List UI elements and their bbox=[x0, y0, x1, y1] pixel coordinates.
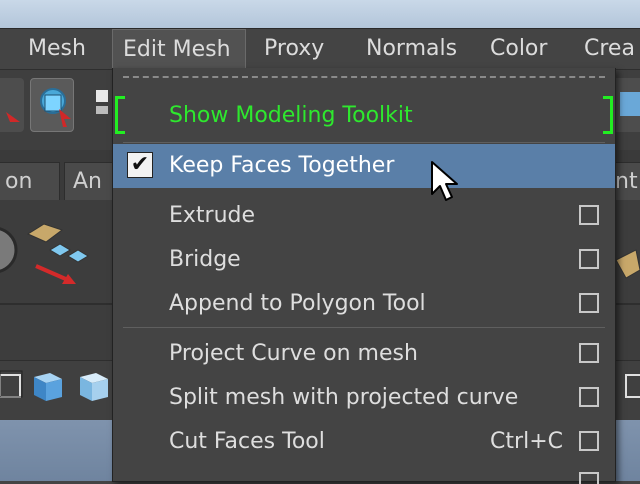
extrude-item[interactable]: Extrude bbox=[113, 194, 615, 238]
show-modeling-toolkit-item[interactable]: Show Modeling Toolkit bbox=[113, 94, 615, 138]
grid-small-icon bbox=[96, 106, 108, 114]
render-tool-icon[interactable] bbox=[612, 78, 640, 132]
checkbox-checked-icon[interactable]: ✔ bbox=[127, 152, 153, 178]
append-to-polygon-tool-item[interactable]: Append to Polygon Tool bbox=[113, 282, 615, 326]
extrude-options-icon[interactable] bbox=[579, 205, 599, 225]
menu-color[interactable]: Color bbox=[484, 29, 553, 69]
project-curve-options-icon[interactable] bbox=[579, 343, 599, 363]
cut-faces-shortcut: Ctrl+C bbox=[490, 429, 563, 454]
project-curve-on-mesh-label: Project Curve on mesh bbox=[169, 341, 418, 366]
mouse-pointer-icon bbox=[431, 161, 458, 201]
menu-create[interactable]: Crea bbox=[578, 29, 640, 69]
textured-cube-icon bbox=[80, 373, 108, 401]
split-mesh-label: Split mesh with projected curve bbox=[169, 385, 519, 410]
extrude-faces-icon bbox=[26, 223, 89, 284]
select-tool-icon[interactable] bbox=[0, 78, 24, 132]
partial-menu-item[interactable] bbox=[113, 464, 615, 484]
partial-item-options-icon[interactable] bbox=[579, 472, 599, 484]
menu-proxy[interactable]: Proxy bbox=[258, 29, 330, 69]
show-modeling-toolkit-label: Show Modeling Toolkit bbox=[169, 103, 413, 128]
tear-off-line[interactable] bbox=[123, 76, 605, 78]
keep-faces-together-item[interactable]: ✔ Keep Faces Together bbox=[113, 144, 615, 188]
extrude-label: Extrude bbox=[169, 203, 256, 228]
bridge-item[interactable]: Bridge bbox=[113, 238, 615, 282]
append-to-polygon-tool-label: Append to Polygon Tool bbox=[169, 291, 426, 316]
cut-faces-tool-item[interactable]: Cut Faces Tool Ctrl+C bbox=[113, 420, 615, 464]
keep-faces-together-label: Keep Faces Together bbox=[169, 153, 395, 178]
wireframe-cube-icon bbox=[0, 370, 23, 398]
menu-normals[interactable]: Normals bbox=[360, 29, 463, 69]
bridge-options-icon[interactable] bbox=[579, 249, 599, 269]
append-options-icon[interactable] bbox=[579, 293, 599, 313]
project-curve-on-mesh-item[interactable]: Project Curve on mesh bbox=[113, 332, 615, 376]
toolkit-bracket-right bbox=[603, 96, 613, 134]
grid-icon[interactable] bbox=[96, 90, 108, 102]
bridge-label: Bridge bbox=[169, 247, 241, 272]
shaded-cube-icon bbox=[34, 373, 62, 401]
menu-separator bbox=[123, 327, 605, 328]
cut-faces-tool-label: Cut Faces Tool bbox=[169, 429, 325, 454]
cut-faces-options-icon[interactable] bbox=[579, 431, 599, 451]
menu-bar: Mesh Edit Mesh Proxy Normals Color Crea bbox=[0, 29, 640, 70]
menu-mesh[interactable]: Mesh bbox=[22, 29, 92, 69]
toolkit-bracket-left bbox=[115, 96, 125, 134]
split-mesh-item[interactable]: Split mesh with projected curve bbox=[113, 376, 615, 420]
tab-animation[interactable]: An bbox=[64, 162, 114, 200]
split-mesh-options-icon[interactable] bbox=[579, 387, 599, 407]
right-cube-icon bbox=[625, 374, 640, 398]
lasso-select-tool-icon[interactable] bbox=[30, 78, 74, 132]
menu-separator bbox=[123, 142, 605, 143]
edit-mesh-dropdown: Show Modeling Toolkit ✔ Keep Faces Toget… bbox=[112, 68, 616, 484]
tab-polygon[interactable]: on bbox=[0, 162, 60, 200]
right-shelf-icon bbox=[615, 249, 640, 279]
window-title-bar bbox=[0, 0, 640, 29]
menu-edit-mesh[interactable]: Edit Mesh bbox=[112, 29, 246, 69]
